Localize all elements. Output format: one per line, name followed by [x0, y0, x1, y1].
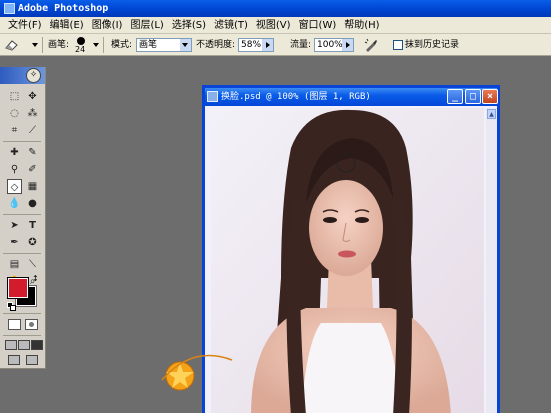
vertical-scrollbar[interactable]: ▲ [486, 108, 497, 413]
blur-tool-icon[interactable]: 💧 [7, 196, 22, 211]
brush-size: 24 [75, 45, 86, 54]
menu-bar: 文件(F) 编辑(E) 图像(I) 图层(L) 选择(S) 滤镜(T) 视图(V… [0, 17, 551, 34]
dodge-tool-icon[interactable]: ● [25, 196, 40, 211]
divider [3, 141, 41, 142]
brush-label: 画笔: [48, 40, 70, 50]
slice-tool-icon[interactable]: ⟋ [25, 123, 40, 138]
opacity-value: 58% [241, 40, 262, 50]
minimize-button[interactable]: _ [447, 89, 463, 104]
full-screen-icon[interactable] [31, 340, 43, 350]
app-title-bar: Adobe Photoshop [0, 0, 551, 17]
shape-tool-icon[interactable]: ✪ [25, 235, 40, 250]
move-tool-icon[interactable]: ✥ [25, 89, 40, 104]
toolbox-header: ✧ [0, 67, 45, 84]
magic-wand-tool-icon[interactable]: ⁂ [25, 106, 40, 121]
divider [3, 313, 41, 314]
clone-stamp-tool-icon[interactable]: ⚲ [7, 162, 22, 177]
gradient-tool-icon[interactable]: ▦ [25, 179, 40, 194]
watermark-graphic [161, 354, 233, 391]
lasso-tool-icon[interactable]: ◌ [7, 106, 22, 121]
mode-label: 模式: [111, 40, 133, 50]
healing-brush-tool-icon[interactable]: ✚ [7, 145, 22, 160]
document-icon [207, 91, 218, 102]
portrait-photo [211, 108, 484, 413]
standard-screen-icon[interactable] [5, 340, 17, 350]
brush-dropdown-arrow-icon[interactable] [93, 43, 99, 47]
brush-tool-icon[interactable]: ✎ [25, 145, 40, 160]
airbrush-icon[interactable] [363, 37, 379, 53]
document-window[interactable]: 换脸.psd @ 100% (图层 1, RGB) _ □ × ▲ [202, 85, 500, 413]
quick-mask-mode-icon[interactable] [25, 319, 38, 330]
path-selection-tool-icon[interactable]: ➤ [7, 218, 22, 233]
menu-help[interactable]: 帮助(H) [340, 17, 383, 34]
maximize-button[interactable]: □ [465, 89, 481, 104]
flow-value: 100% [317, 40, 343, 50]
swap-colors-icon[interactable]: ↕ [32, 274, 39, 283]
menu-layer[interactable]: 图层(L) [126, 17, 167, 34]
menu-edit[interactable]: 编辑(E) [46, 17, 88, 34]
crop-tool-icon[interactable]: ⌗ [7, 123, 22, 138]
image-canvas[interactable] [211, 108, 484, 413]
eraser-tool-icon[interactable]: ◇ [7, 179, 22, 194]
chevron-right-icon [266, 42, 270, 48]
toolbox: ✧ ⬚ ✥ ◌ ⁂ ⌗ ⟋ ✚ ✎ ⚲ ✐ ◇ ▦ 💧 ● ➤ T ✒ ✪ ▤ … [0, 67, 46, 369]
feather-icon[interactable]: ✧ [26, 68, 41, 83]
mode-select[interactable]: 画笔 [136, 38, 192, 52]
marquee-tool-icon[interactable]: ⬚ [7, 89, 22, 104]
app-title: Adobe Photoshop [18, 3, 109, 14]
eyedropper-tool-icon[interactable]: ⟍ [25, 257, 40, 272]
type-tool-icon[interactable]: T [25, 218, 40, 233]
chevron-right-icon [346, 42, 350, 48]
eraser-tool-preset-icon[interactable] [4, 39, 18, 51]
flow-label: 流量: [290, 40, 312, 50]
erase-to-history-label: 抹到历史记录 [405, 40, 460, 50]
divider [3, 214, 41, 215]
menu-image[interactable]: 图像(I) [88, 17, 127, 34]
photoshop-logo-icon [4, 3, 15, 14]
document-title: 换脸.psd @ 100% (图层 1, RGB) [221, 92, 371, 102]
menu-window[interactable]: 窗口(W) [295, 17, 341, 34]
opacity-label: 不透明度: [196, 40, 236, 50]
erase-to-history-checkbox[interactable] [393, 40, 403, 50]
divider [103, 37, 104, 53]
mode-value: 画笔 [139, 40, 158, 50]
menu-view[interactable]: 视图(V) [252, 17, 295, 34]
full-screen-menu-icon[interactable] [18, 340, 30, 350]
pen-tool-icon[interactable]: ✒ [7, 235, 22, 250]
opacity-field[interactable]: 58% [238, 38, 274, 52]
notes-tool-icon[interactable]: ▤ [7, 257, 22, 272]
flow-field[interactable]: 100% [314, 38, 354, 52]
watermark-logo [152, 340, 242, 410]
menu-file[interactable]: 文件(F) [4, 17, 46, 34]
chevron-down-icon [182, 43, 188, 47]
divider [3, 253, 41, 254]
jump-to-imageready-icon[interactable] [8, 355, 20, 365]
menu-filter[interactable]: 滤镜(T) [210, 17, 252, 34]
brush-preview-icon[interactable] [77, 37, 85, 45]
divider [42, 37, 43, 53]
default-colors-icon-bg [10, 305, 16, 311]
foreground-color-swatch[interactable] [7, 277, 29, 299]
standard-mode-icon[interactable] [8, 319, 21, 330]
scroll-up-arrow-icon[interactable]: ▲ [487, 109, 496, 119]
history-brush-tool-icon[interactable]: ✐ [25, 162, 40, 177]
document-title-bar[interactable]: 换脸.psd @ 100% (图层 1, RGB) _ □ × [205, 88, 498, 106]
tool-options-bar: 画笔: 24 模式: 画笔 不透明度: 58% 流量: 100% 抹到历史记录 [0, 34, 551, 56]
preset-dropdown-arrow-icon[interactable] [32, 43, 38, 47]
menu-select[interactable]: 选择(S) [168, 17, 210, 34]
close-button[interactable]: × [482, 89, 498, 104]
divider [3, 335, 41, 336]
imageready-icon[interactable] [26, 355, 38, 365]
